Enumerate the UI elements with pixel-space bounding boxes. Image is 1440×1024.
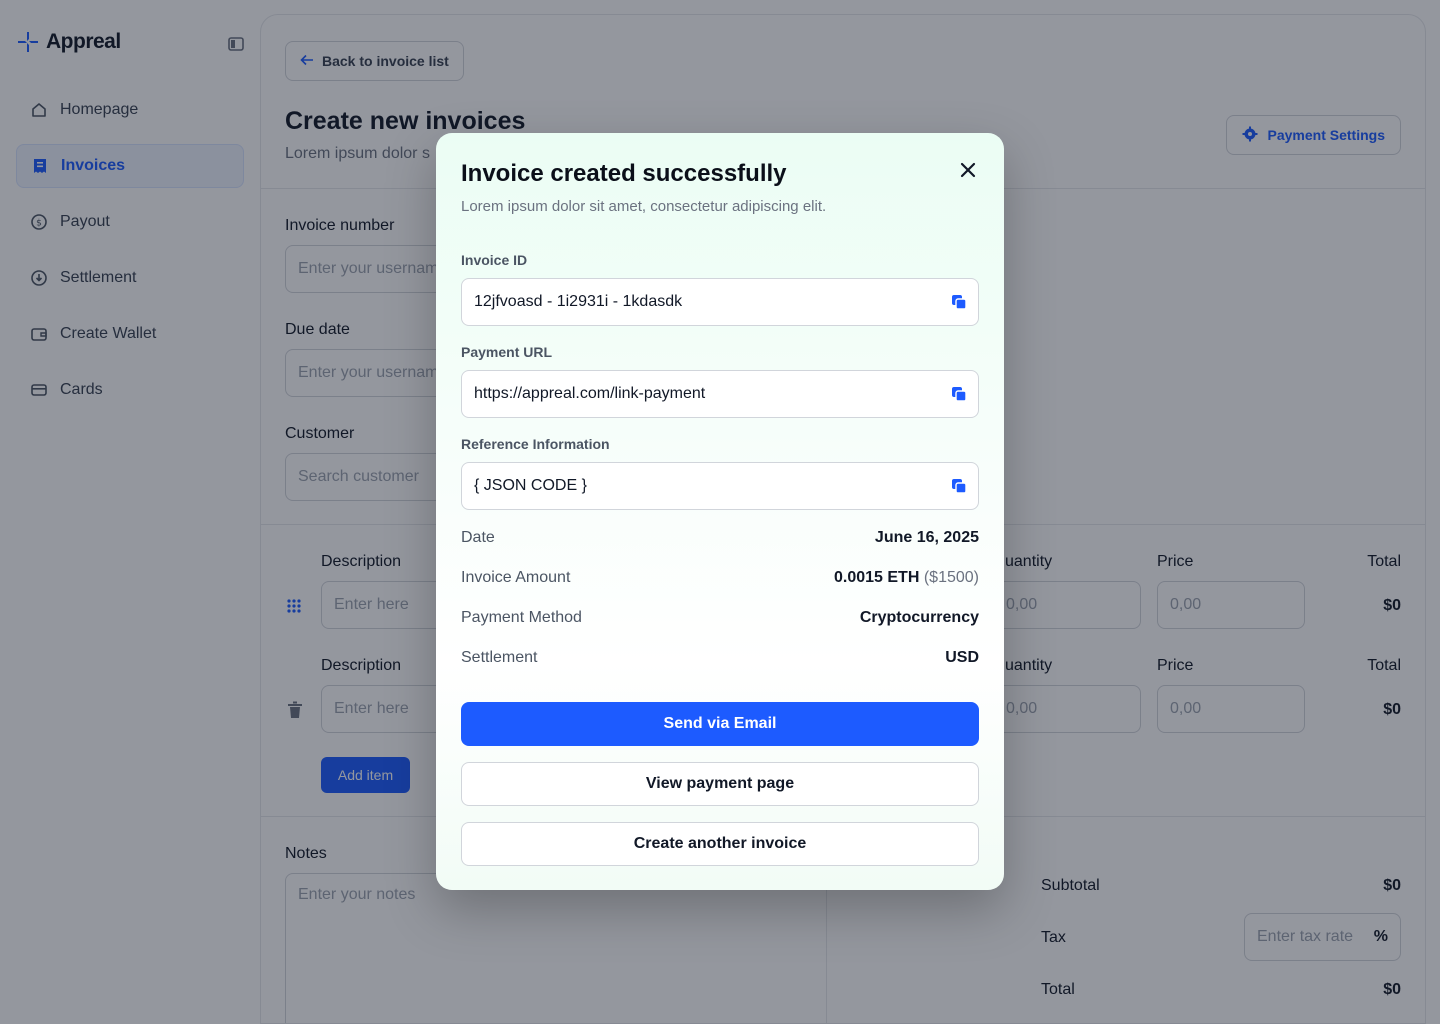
reference-info-label: Reference Information: [461, 436, 610, 452]
settlement-value: USD: [945, 649, 979, 666]
view-payment-page-button[interactable]: View payment page: [461, 762, 979, 806]
settlement-key: Settlement: [461, 649, 538, 666]
payment-method-key: Payment Method: [461, 609, 582, 626]
payment-url-field[interactable]: https://appreal.com/link-payment: [461, 370, 979, 418]
payment-url-label: Payment URL: [461, 344, 553, 360]
modal-subtitle: Lorem ipsum dolor sit amet, consectetur …: [461, 198, 827, 215]
invoice-amount-value: 0.0015 ETH ($1500): [834, 569, 979, 587]
invoice-amount-key: Invoice Amount: [461, 569, 571, 586]
reference-info-field[interactable]: { JSON CODE }: [461, 462, 979, 510]
date-key: Date: [461, 529, 495, 546]
create-another-invoice-button[interactable]: Create another invoice: [461, 822, 979, 866]
amount-crypto: 0.0015 ETH: [834, 569, 920, 586]
copy-icon[interactable]: [951, 478, 967, 494]
invoice-id-value: 12jfvoasd - 1i2931i - 1kdasdk: [474, 293, 683, 310]
reference-info-value: { JSON CODE }: [474, 477, 587, 494]
invoice-success-modal: Invoice created successfully Lorem ipsum…: [436, 133, 1004, 890]
copy-icon[interactable]: [951, 294, 967, 310]
copy-icon[interactable]: [951, 386, 967, 402]
app-root: Appreal Homepage Invoices $ Payout Settl…: [0, 0, 1440, 1024]
close-icon[interactable]: [959, 161, 977, 179]
modal-title: Invoice created successfully: [461, 160, 787, 187]
payment-url-value: https://appreal.com/link-payment: [474, 385, 706, 402]
date-value: June 16, 2025: [874, 529, 979, 546]
amount-fiat: ($1500): [923, 569, 979, 586]
invoice-id-label: Invoice ID: [461, 252, 528, 268]
payment-method-value: Cryptocurrency: [859, 609, 979, 626]
send-via-email-button[interactable]: Send via Email: [461, 702, 979, 746]
invoice-id-field[interactable]: 12jfvoasd - 1i2931i - 1kdasdk: [461, 278, 979, 326]
